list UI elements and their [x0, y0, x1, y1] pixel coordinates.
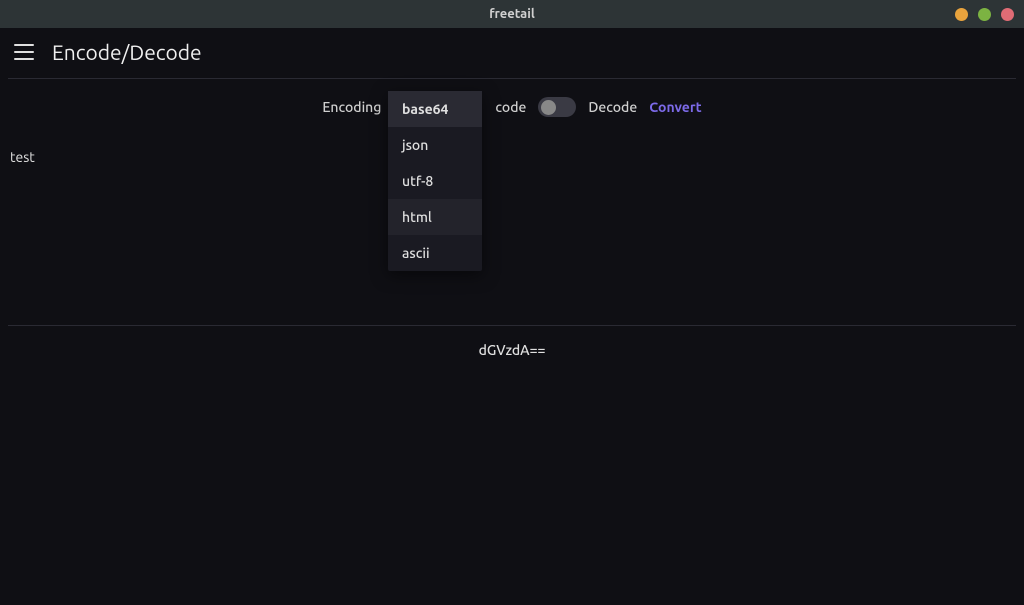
- menu-icon[interactable]: [14, 44, 34, 60]
- encode-decode-toggle[interactable]: [538, 97, 576, 117]
- dropdown-item-base64[interactable]: base64: [388, 91, 482, 127]
- dropdown-item-utf8[interactable]: utf-8: [388, 163, 482, 199]
- app-header: Encode/Decode: [0, 28, 1024, 78]
- encode-label-partial: code: [495, 99, 526, 115]
- input-textarea[interactable]: test: [0, 135, 1024, 325]
- titlebar: freetail: [0, 0, 1024, 28]
- page-title: Encode/Decode: [52, 40, 202, 64]
- window-title: freetail: [489, 7, 535, 21]
- dropdown-item-html[interactable]: html: [388, 199, 482, 235]
- output-text: dGVzdA==: [0, 326, 1024, 374]
- toggle-knob: [541, 100, 556, 115]
- encoding-label: Encoding: [322, 99, 381, 115]
- close-icon[interactable]: [1001, 8, 1014, 21]
- window-controls: [955, 8, 1014, 21]
- convert-button[interactable]: Convert: [649, 99, 701, 115]
- minimize-icon[interactable]: [955, 8, 968, 21]
- dropdown-item-ascii[interactable]: ascii: [388, 235, 482, 271]
- maximize-icon[interactable]: [978, 8, 991, 21]
- encoding-dropdown[interactable]: base64 json utf-8 html ascii: [388, 91, 482, 271]
- dropdown-item-json[interactable]: json: [388, 127, 482, 163]
- toolbar: Encoding code Decode Convert base64 json…: [0, 79, 1024, 135]
- decode-label: Decode: [588, 99, 637, 115]
